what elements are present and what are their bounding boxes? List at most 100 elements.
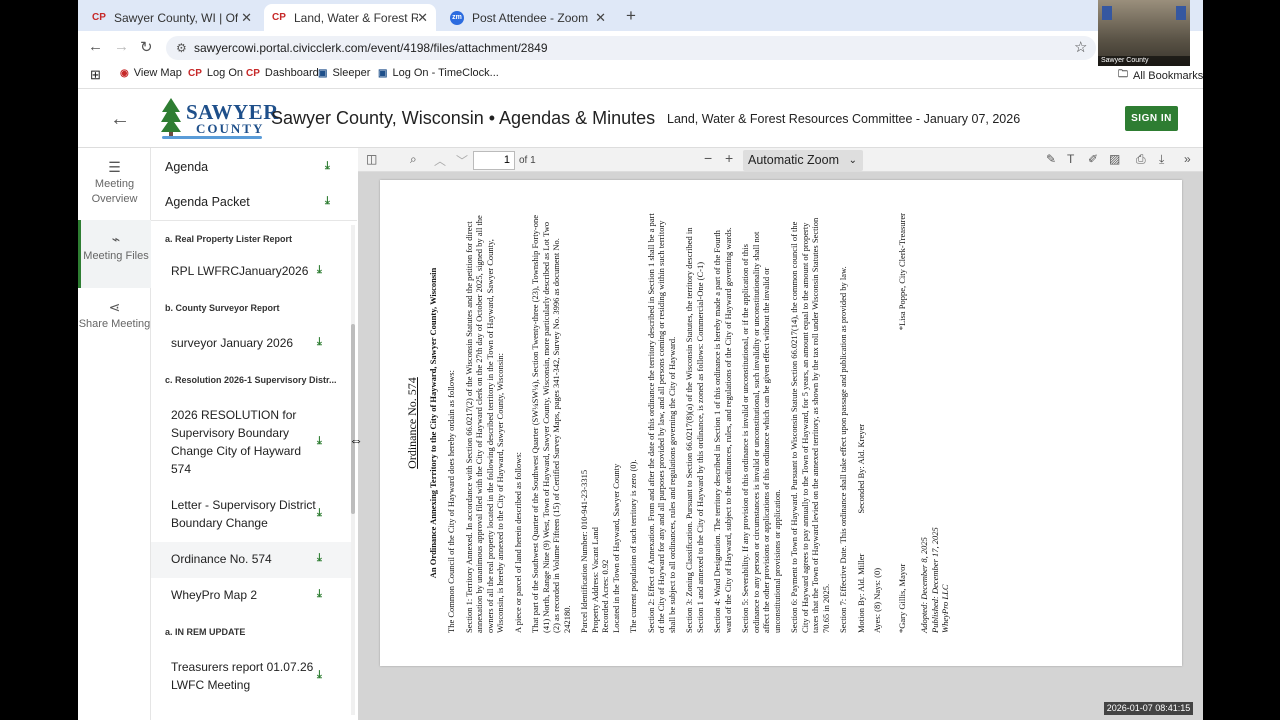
back-arrow-icon[interactable]: ← [110,108,130,131]
site-title: Sawyer County, Wisconsin • Agendas & Min… [271,108,656,128]
rail-label: Meeting Files [83,250,149,262]
section-header: a. Real Property Lister Report [165,234,293,244]
file-wheypro-map[interactable]: WheyPro Map 2 [171,586,321,604]
tab-land-water-forest[interactable]: CP Land, Water & Forest Resources ✕ [264,4,436,31]
file-agenda-packet[interactable]: Agenda Packet [165,195,250,209]
doc-text: Section 3: Zoning Classification. Pursua… [684,227,705,633]
rail-meeting-overview[interactable]: ☰ Meeting Overview [78,160,151,207]
doc-signatures: *Gary Gillis, Mayor *Lisa Poppe, City Cl… [897,213,908,633]
share-icon: ⋖ [108,299,121,315]
address-bar[interactable]: ⚙ sawyercowi.portal.civicclerk.com/event… [166,36,1096,60]
logo-text-line2: COUNTY [196,121,265,136]
tab-title: Land, Water & Forest Resources [294,10,418,25]
bookmark-label: Dashboard [264,67,319,79]
doc-text: Section 4: Ward Designation. The territo… [712,227,733,633]
sawyer-county-logo[interactable]: SAWYER COUNTY [158,96,278,142]
tab-sawyer-county[interactable]: CP Sawyer County, WI | Official Website … [84,4,260,31]
save-icon[interactable]: ⤓ [1159,152,1164,167]
highlight-icon[interactable]: ✎ [1046,152,1056,166]
meeting-title: Land, Water & Forest Resources Committee… [667,112,1021,126]
text-tool-icon[interactable]: T [1067,152,1074,166]
zoom-in-icon[interactable]: + [725,150,733,166]
pip-label: Sawyer County [1098,56,1190,66]
doc-subtitle: An Ordinance Annexing Territory to the C… [427,267,438,579]
divider [151,220,357,221]
download-icon[interactable]: ⤓ [317,435,322,448]
file-ordinance-574[interactable]: Ordinance No. 574 [171,550,321,568]
civicclerk-icon: CP [246,67,260,79]
bookmark-label: View Map [133,67,182,79]
doc-text: WheyPro LLC [940,584,950,633]
doc-text: Section 1: Territory Annexed. In accorda… [463,215,506,633]
bookmark-log-on[interactable]: CP Log On [188,67,243,79]
close-tab-icon[interactable]: ✕ [417,10,428,26]
rail-meeting-files[interactable]: ⌁ Meeting Files [78,220,151,288]
close-tab-icon[interactable]: ✕ [241,10,252,26]
bookmark-star-icon[interactable]: ☆ [1074,38,1087,56]
rail-label: Meeting Overview [91,178,138,205]
file-rpl-report[interactable]: RPL LWFRCJanuary2026 [171,262,321,280]
civicclerk-icon: CP [188,67,202,79]
bookmark-label: Sleeper [332,67,371,79]
doc-text: The Common Council of the City of Haywar… [446,370,456,633]
download-icon[interactable]: ⤓ [317,588,322,601]
reload-icon[interactable]: ↻ [140,38,153,56]
bookmark-label: All Bookmarks [1133,69,1203,82]
doc-text: Published: December 17, 2025 [929,527,940,633]
print-icon[interactable]: ⎙ [1136,152,1146,167]
tab-zoom[interactable]: zm Post Attendee - Zoom ✕ [442,4,614,31]
file-treasurers-report[interactable]: Treasurers report 01.07.26 LWFC Meeting [171,658,321,694]
video-pip[interactable]: Sawyer County [1098,0,1190,66]
doc-footer: Adopted: December 8, 2025 Published: Dec… [919,213,951,633]
doc-text: That part of the Southwest Quarter of th… [530,215,572,633]
draw-icon[interactable]: ✐ [1088,152,1098,166]
rail-label: Share Meeting [78,318,151,330]
back-icon[interactable]: ← [88,38,103,55]
pdf-page: Ordinance No. 574 An Ordinance Annexing … [380,180,1182,666]
doc-text: Parcel Identification Number: 010-941-23… [579,469,589,633]
bookmark-all[interactable]: 🗀 All Bookmarks [1118,67,1203,84]
download-icon[interactable]: ⤓ [317,264,322,277]
bookmark-label: Log On - TimeClock... [392,67,499,79]
file-surveyor-report[interactable]: surveyor January 2026 [171,334,321,352]
doc-text: A piece or parcel of land herein describ… [512,451,523,633]
image-icon[interactable]: ▨ [1109,152,1120,166]
video-timestamp: 2026-01-07 08:41:15 [1104,702,1193,715]
section-header: a. IN REM UPDATE [165,627,246,637]
close-tab-icon[interactable]: ✕ [595,10,606,26]
files-scroll-thumb[interactable] [351,324,355,514]
forward-icon[interactable]: → [114,38,129,55]
civicclerk-favicon-icon: CP [272,12,286,23]
find-icon[interactable]: ⌕ [410,152,417,167]
file-boundary-letter[interactable]: Letter - Supervisory District Boundary C… [171,496,321,532]
sign-in-button[interactable]: SIGN IN [1125,106,1178,131]
tools-menu-icon[interactable]: » [1184,152,1191,166]
bookmark-view-map[interactable]: ◉ View Map [120,67,182,79]
site-info-icon[interactable]: ⚙ [176,36,187,60]
download-icon[interactable]: ⤓ [317,507,322,520]
download-icon[interactable]: ⤓ [325,160,330,173]
bookmark-dashboard[interactable]: CP Dashboard [246,67,319,79]
bookmark-timeclock[interactable]: ▣ Log On - TimeClock... [378,67,499,79]
doc-text: Recorded Acres: 0.92 [600,559,610,633]
page-number-input[interactable]: 1 [473,151,515,170]
sidebar-toggle-icon[interactable]: ◫ [366,152,377,166]
download-icon[interactable]: ⤓ [325,195,330,208]
file-resolution-574[interactable]: 2026 RESOLUTION for Supervisory Boundary… [171,406,321,478]
download-icon[interactable]: ⤓ [317,336,322,349]
download-icon[interactable]: ⤓ [317,669,322,682]
zoom-out-icon[interactable]: − [704,150,712,166]
download-icon[interactable]: ⤓ [317,552,322,565]
doc-title: Ordinance No. 574 [405,377,419,469]
new-tab-icon[interactable]: + [626,6,636,26]
file-agenda[interactable]: Agenda [165,160,208,174]
bookmark-sleeper[interactable]: ▣ Sleeper [318,67,370,79]
url-text: sawyercowi.portal.civicclerk.com/event/4… [194,41,548,55]
previous-page-icon[interactable]: ︿ [434,152,446,169]
next-page-icon[interactable]: ﹀ [456,152,468,169]
rail-share-meeting[interactable]: ⋖ Share Meeting [78,300,151,332]
zoom-select[interactable]: Automatic Zoom ⌄ [743,150,863,171]
section-header: c. Resolution 2026-1 Supervisory Distr..… [165,375,337,385]
apps-grid-icon[interactable]: ⊞ [90,67,101,83]
doc-text: Section 6: Payment to Town of Hayward. P… [789,217,831,633]
